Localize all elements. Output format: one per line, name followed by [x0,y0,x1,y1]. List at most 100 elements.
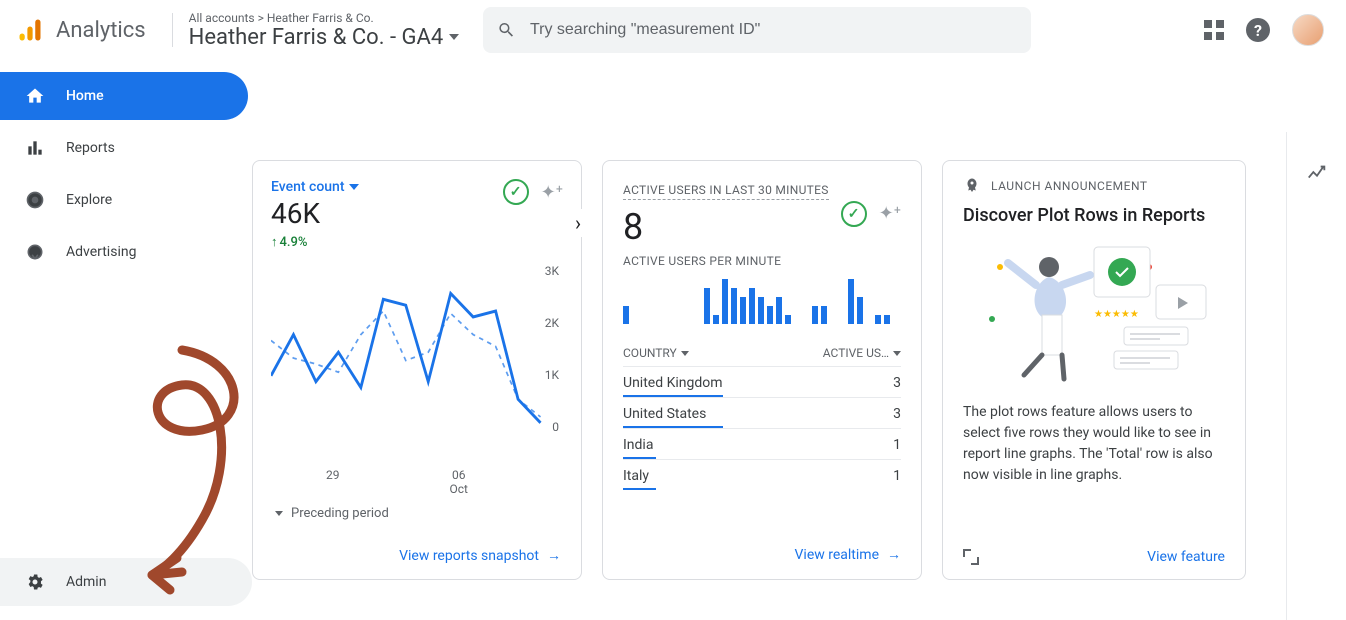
minute-bar [875,315,881,324]
value-cell: 1 [893,437,901,453]
minute-bar [623,306,629,324]
nav-label: Explore [66,192,112,208]
view-reports-link[interactable]: View reports snapshot → [399,547,561,564]
realtime-card: ACTIVE USERS IN LAST 30 MINUTES 8 ✦⁺ ACT… [602,160,922,580]
view-realtime-link[interactable]: View realtime → [795,546,901,563]
y-tick: 1K [545,368,559,382]
sidebar-item-admin[interactable]: Admin [0,558,252,606]
eyebrow: LAUNCH ANNOUNCEMENT [963,177,1225,195]
table-row[interactable]: United States3 [623,397,901,428]
minute-bar [776,297,782,324]
minute-bar [722,279,728,324]
property-selector[interactable]: All accounts > Heather Farris & Co. Heat… [189,11,460,50]
gear-icon [24,571,46,593]
explore-icon [24,189,46,211]
minute-bar [767,306,773,324]
comparison-selector[interactable]: Preceding period [271,496,563,531]
search-bar[interactable] [483,7,1031,53]
caret-down-icon [275,511,283,516]
table-row[interactable]: United Kingdom 3 [623,366,901,397]
x-tick: 06 [452,468,466,482]
insights-icon[interactable] [1306,162,1328,620]
minute-bar [821,306,827,324]
realtime-title: ACTIVE USERS IN LAST 30 MINUTES [623,183,829,200]
rocket-icon [963,177,981,195]
check-circle-icon[interactable] [503,179,529,205]
minute-bar [713,315,719,324]
metric-label: Event count [271,179,345,195]
realtime-subtitle: ACTIVE USERS PER MINUTE [623,254,901,268]
metric-delta: 4.9% [271,234,359,250]
launch-body: The plot rows feature allows users to se… [963,402,1225,486]
minute-bar-chart [623,274,901,324]
minute-bar [704,288,710,324]
illustration: ★★★★★ [963,232,1225,392]
right-rail [1286,132,1346,620]
value-cell: 3 [893,375,901,391]
caret-down-icon [449,34,459,40]
advertising-icon [24,241,46,263]
x-tick: 29 [326,468,340,496]
legend-label: Preceding period [291,506,389,521]
country-cell: Italy [623,468,649,484]
nav-label: Home [66,88,104,104]
country-cell: United Kingdom [623,375,723,391]
sidebar-item-advertising[interactable]: Advertising [0,228,252,276]
value-cell: 1 [893,468,901,484]
col-active-users[interactable]: ACTIVE US… [823,346,901,360]
next-metric-button[interactable]: › [573,209,583,237]
reports-icon [24,137,46,159]
country-cell: India [623,437,653,453]
minute-bar [740,297,746,324]
minute-bar [848,279,854,324]
brand-label: Analytics [56,18,146,43]
metric-selector[interactable]: Event count [271,179,359,195]
apps-icon[interactable] [1204,20,1224,40]
y-tick: 0 [545,420,559,434]
main-content: › Event count 46K 4.9% ✦⁺ [252,60,1346,620]
sidebar-item-reports[interactable]: Reports [0,124,252,172]
caret-down-icon [681,351,689,356]
link-label: View reports snapshot [399,548,539,564]
link-label: View realtime [795,547,879,563]
divider [172,13,173,47]
table-row[interactable]: Italy 1 [623,459,901,490]
minute-bar [785,315,791,324]
x-tick: Oct [450,482,468,496]
y-tick: 2K [545,316,559,330]
minute-bar [812,306,818,324]
launch-title: Discover Plot Rows in Reports [963,205,1225,226]
col-country[interactable]: COUNTRY [623,346,689,360]
realtime-value: 8 [623,206,829,248]
nav-label: Admin [66,574,106,590]
home-icon [24,85,46,107]
sidebar-item-home[interactable]: Home [0,72,248,120]
caret-down-icon [893,351,901,356]
search-input[interactable] [530,21,1017,39]
analytics-logo-icon [16,16,44,44]
help-icon[interactable]: ? [1246,18,1270,42]
country-cell: United States [623,406,706,422]
line-chart: 3K 2K 1K 0 [271,264,563,464]
sidebar: Home Reports Explore Advertising Admin [0,60,252,620]
minute-bar [857,297,863,324]
arrow-right-icon: → [887,546,901,563]
view-feature-link[interactable]: View feature [1147,549,1225,565]
minute-bar [758,297,764,324]
y-tick: 3K [545,264,559,278]
table-row[interactable]: India 1 [623,428,901,459]
property-name: Heather Farris & Co. - GA4 [189,25,444,50]
sidebar-item-explore[interactable]: Explore [0,176,252,224]
nav-label: Advertising [66,244,136,260]
nav-label: Reports [66,140,115,156]
arrow-right-icon: → [547,547,561,564]
search-icon [497,20,516,40]
sparkle-icon[interactable]: ✦⁺ [879,203,901,224]
avatar[interactable] [1292,14,1324,46]
check-circle-icon[interactable] [841,201,867,227]
svg-text:★★★★★: ★★★★★ [1094,309,1139,320]
fullscreen-icon[interactable] [963,549,979,565]
eyebrow-label: LAUNCH ANNOUNCEMENT [991,179,1148,193]
link-label: View feature [1147,549,1225,565]
sparkle-icon[interactable]: ✦⁺ [541,182,563,203]
